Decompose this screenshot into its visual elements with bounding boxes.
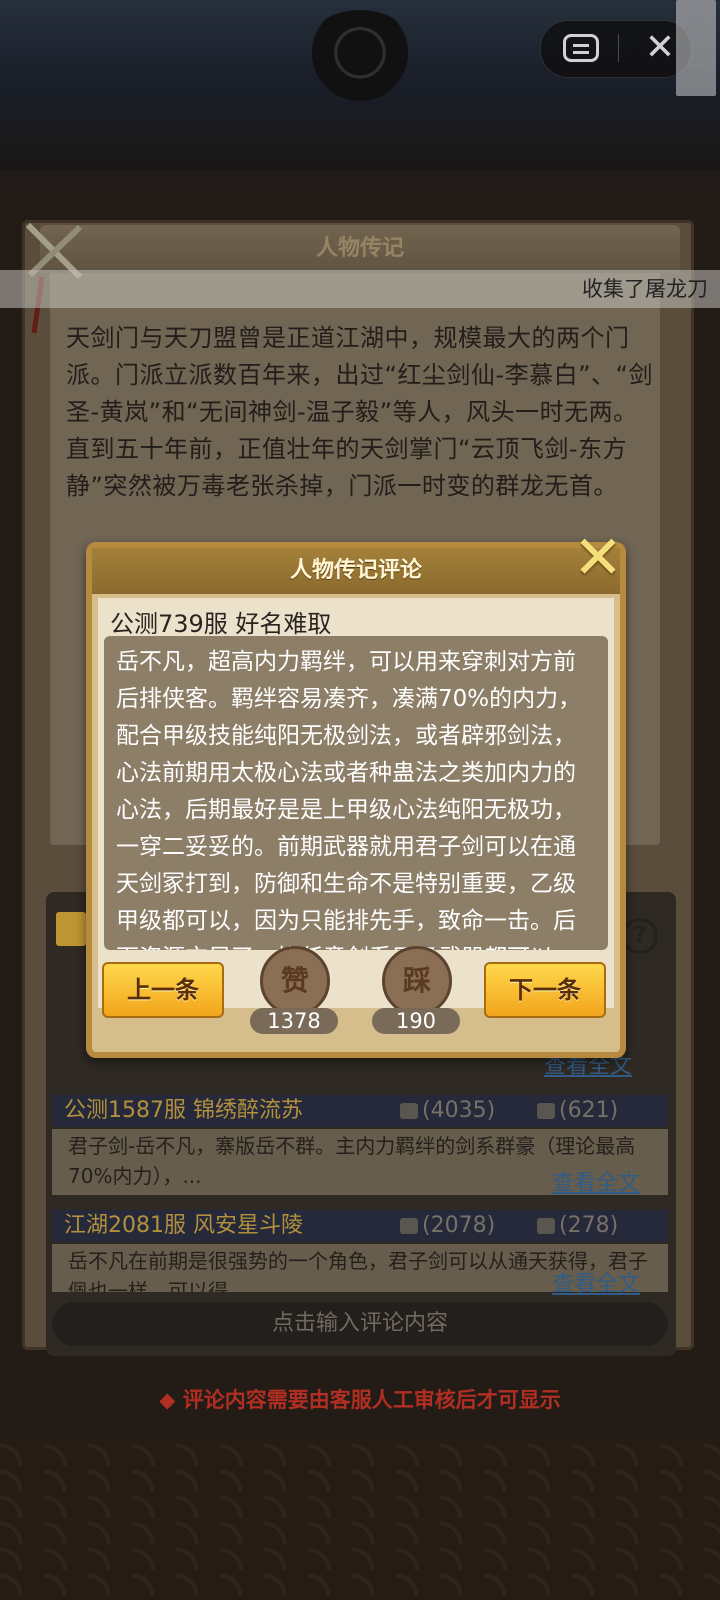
like-count: 1378: [250, 1008, 338, 1034]
modal-title-bar: 人物传记评论: [92, 548, 620, 594]
modal-title: 人物传记评论: [289, 558, 422, 583]
comment-content-text: 岳不凡，超高内力羁绊，可以用来穿刺对方前后排侠客。羁绊容易凑齐，凑满70%的内力…: [116, 649, 582, 950]
like-icon[interactable]: 赞: [260, 946, 330, 1016]
comment-content-box[interactable]: 岳不凡，超高内力羁绊，可以用来穿刺对方前后排侠客。羁绊容易凑齐，凑满70%的内力…: [104, 636, 608, 950]
next-comment-button[interactable]: 下一条: [484, 962, 606, 1018]
prev-comment-button[interactable]: 上一条: [102, 962, 224, 1018]
comment-modal: 人物传记评论 ✕ 公测739服 好名难取 岳不凡，超高内力羁绊，可以用来穿刺对方…: [86, 528, 626, 1058]
dislike-icon[interactable]: 踩: [382, 946, 452, 1016]
comment-author: 公测739服 好名难取: [110, 610, 332, 638]
modal-body: 公测739服 好名难取 岳不凡，超高内力羁绊，可以用来穿刺对方前后排侠客。羁绊容…: [98, 598, 614, 1008]
close-icon[interactable]: ✕: [568, 528, 628, 588]
dislike-count: 190: [372, 1008, 460, 1034]
